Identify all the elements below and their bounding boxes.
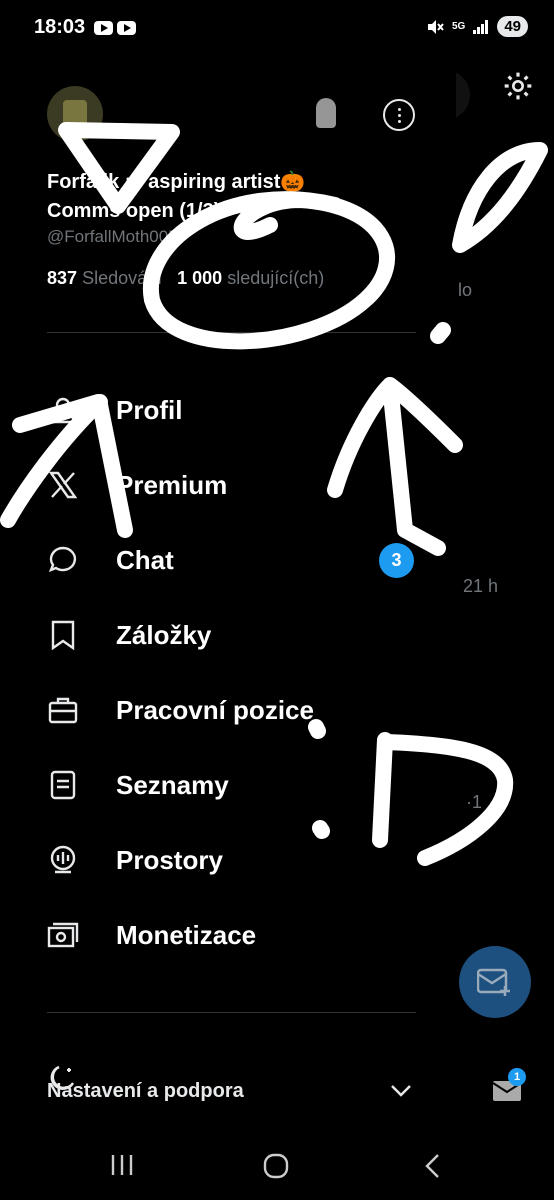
menu-label: Záložky (116, 619, 212, 650)
mic-icon (47, 844, 79, 876)
menu-item-chat[interactable]: Chat 3 (0, 530, 440, 590)
system-navigation-bar (0, 1120, 554, 1200)
divider (47, 332, 416, 333)
background-text: ·1 (466, 792, 483, 812)
followers-label: sledující(ch) (227, 268, 325, 288)
divider (47, 1012, 416, 1013)
status-time: 18:03 (34, 16, 86, 38)
display-name-line1: Forfallk :3 aspiring artist🎃 (47, 171, 306, 193)
follow-stats: 837 Sledování 1 000 sledující(ch) (47, 268, 324, 289)
menu-item-seznamy[interactable]: Seznamy (0, 755, 440, 815)
display-name: Forfallk :3 aspiring artist🎃 Comms open … (47, 168, 427, 226)
navigation-drawer: Forfallk :3 aspiring artist🎃 Comms open … (0, 60, 456, 1120)
menu-label: Seznamy (116, 769, 229, 800)
more-options-button[interactable] (383, 99, 415, 131)
menu-item-monetizace[interactable]: Monetizace (0, 905, 440, 965)
list-icon (47, 769, 79, 801)
recent-apps-icon[interactable] (110, 1154, 134, 1176)
messages-badge: 1 (508, 1068, 526, 1086)
user-handle: @ForfallMoth005 (47, 227, 178, 246)
signal-icon (473, 19, 489, 34)
settings-support-toggle[interactable]: Nastavení a podpora (47, 1080, 244, 1103)
menu-item-prostory[interactable]: Prostory (0, 830, 440, 890)
menu-label: Monetizace (116, 919, 257, 950)
menu-item-premium[interactable]: Premium (0, 455, 440, 515)
gear-icon[interactable] (502, 70, 534, 102)
following-count: 837 (47, 268, 78, 288)
menu-label: Pracovní pozice (116, 694, 314, 725)
menu-label: Premium (116, 469, 228, 500)
menu-item-zalozky[interactable]: Záložky (0, 605, 440, 665)
status-bar: 18:03 5G 49 (0, 0, 554, 60)
background-timestamp: 21 h (463, 576, 499, 596)
chevron-down-icon[interactable] (390, 1084, 412, 1098)
following-link[interactable]: 837 Sledování (47, 268, 162, 288)
followers-link[interactable]: 1 000 sledující(ch) (177, 268, 324, 288)
background-text: lo (458, 280, 473, 300)
menu-label: Prostory (116, 844, 223, 875)
home-icon[interactable] (263, 1153, 289, 1179)
battery-indicator: 49 (497, 16, 528, 37)
person-icon (47, 394, 79, 426)
compose-message-button[interactable] (459, 946, 531, 1018)
network-label: 5G (451, 20, 466, 32)
menu-label: Profil (116, 394, 183, 425)
avatar[interactable] (47, 86, 103, 142)
mute-icon (427, 19, 444, 34)
back-icon[interactable] (423, 1153, 441, 1179)
chat-unread-badge: 3 (379, 542, 414, 578)
account-switcher-avatar[interactable] (316, 98, 336, 128)
display-name-line2: Comms open (1/3) (47, 200, 221, 222)
chat-bubble-icon (47, 544, 79, 576)
mail-plus-icon (477, 968, 510, 996)
x-logo-icon (47, 469, 79, 501)
following-label: Sledování (82, 268, 163, 288)
bookmark-icon (47, 619, 79, 651)
youtube-notification-icon (117, 21, 136, 35)
menu-item-profil[interactable]: Profil (0, 380, 440, 440)
followers-count: 1 000 (177, 268, 223, 288)
menu-item-pracovni-pozice[interactable]: Pracovní pozice (0, 680, 440, 740)
menu-label: Chat (116, 544, 174, 575)
briefcase-icon (47, 694, 79, 726)
youtube-notification-icon (94, 21, 113, 35)
money-icon (47, 919, 79, 951)
